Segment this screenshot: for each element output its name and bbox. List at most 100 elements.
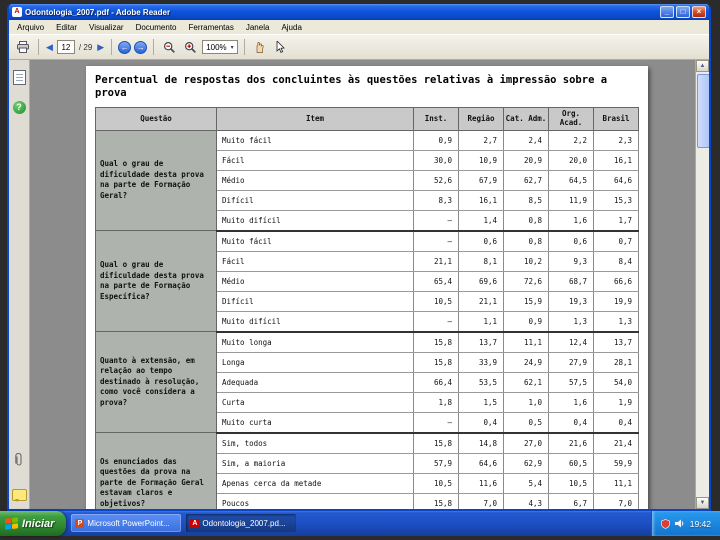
value-cell: 19,9	[593, 291, 639, 312]
vertical-scrollbar[interactable]: ▲ ▼	[695, 60, 709, 509]
powerpoint-icon: P	[75, 518, 85, 528]
next-view-button[interactable]: →	[134, 40, 148, 54]
value-cell: 11,6	[458, 473, 504, 494]
minimize-button[interactable]: _	[660, 6, 674, 18]
zoom-level-select[interactable]: 100% ▾	[202, 40, 238, 54]
scroll-up-button[interactable]: ▲	[696, 60, 709, 72]
item-cell: Longa	[216, 352, 414, 373]
taskbar-task-powerpoint[interactable]: P Microsoft PowerPoint...	[71, 514, 182, 532]
value-cell: 13,7	[458, 331, 504, 353]
value-cell: 10,2	[503, 251, 549, 272]
value-cell: –	[413, 230, 459, 252]
windows-logo-icon	[5, 516, 18, 530]
hand-icon	[256, 42, 264, 53]
select-tool-button[interactable]	[272, 38, 290, 56]
zoom-in-button[interactable]	[181, 38, 199, 56]
scroll-down-button[interactable]: ▼	[696, 497, 709, 509]
page-count-label: / 29	[78, 42, 93, 52]
value-cell: 57,5	[548, 372, 594, 393]
value-cell: –	[413, 311, 459, 333]
value-cell: 12,4	[548, 331, 594, 353]
item-cell: Muito fácil	[216, 130, 414, 151]
chevron-down-icon: ▾	[230, 44, 234, 51]
value-cell: 6,7	[548, 493, 594, 509]
item-cell: Muito difícil	[216, 210, 414, 232]
hand-tool-button[interactable]	[251, 38, 269, 56]
value-cell: 7,0	[593, 493, 639, 509]
maximize-button[interactable]: □	[676, 6, 690, 18]
menu-ajuda[interactable]: Ajuda	[275, 22, 307, 33]
column-header: Cat. Adm.	[503, 107, 549, 131]
item-cell: Médio	[216, 271, 414, 292]
toolbar-separator	[243, 39, 245, 55]
attachments-panel-button[interactable]	[14, 452, 24, 473]
clock: 19:42	[689, 518, 711, 529]
menu-documento[interactable]: Documento	[130, 22, 183, 33]
value-cell: 0,5	[503, 412, 549, 434]
pages-panel-icon[interactable]	[12, 70, 26, 85]
value-cell: 1,5	[458, 392, 504, 413]
comments-panel-icon[interactable]	[11, 489, 27, 502]
value-cell: 8,1	[458, 251, 504, 272]
value-cell: 15,8	[413, 352, 459, 373]
value-cell: 57,9	[413, 453, 459, 474]
value-cell: 54,0	[593, 372, 639, 393]
value-cell: 0,6	[548, 230, 594, 252]
pdf-page: Percentual de respostas dos concluintes …	[86, 66, 648, 509]
volume-icon[interactable]	[674, 519, 685, 528]
close-button[interactable]: ×	[692, 6, 706, 18]
previous-page-button[interactable]: ◀	[45, 42, 54, 52]
value-cell: 2,7	[458, 130, 504, 151]
value-cell: 0,9	[503, 311, 549, 333]
value-cell: 1,4	[458, 210, 504, 232]
menu-editar[interactable]: Editar	[50, 22, 83, 33]
value-cell: 72,6	[503, 271, 549, 292]
value-cell: 1,0	[503, 392, 549, 413]
value-cell: –	[413, 210, 459, 232]
value-cell: 1,6	[548, 392, 594, 413]
document-title: Percentual de respostas dos concluintes …	[95, 74, 608, 100]
help-icon[interactable]: ?	[12, 101, 26, 114]
print-button[interactable]	[14, 38, 32, 56]
menu-janela[interactable]: Janela	[240, 22, 276, 33]
value-cell: 20,0	[548, 150, 594, 171]
value-cell: 1,9	[593, 392, 639, 413]
column-header: Org. Acad.	[548, 107, 594, 131]
page-number-input[interactable]	[56, 40, 75, 54]
value-cell: 60,5	[548, 453, 594, 474]
value-cell: 11,1	[503, 331, 549, 353]
value-cell: 53,5	[458, 372, 504, 393]
value-cell: 64,5	[548, 170, 594, 191]
task-label: Microsoft PowerPoint...	[87, 518, 170, 528]
item-cell: Fácil	[216, 150, 414, 171]
value-cell: 15,9	[503, 291, 549, 312]
toolbar-separator	[38, 39, 39, 55]
menu-ferramentas[interactable]: Ferramentas	[183, 22, 240, 33]
value-cell: 9,3	[548, 251, 594, 272]
zoom-level-value: 100%	[206, 42, 227, 52]
taskbar-task-pdf[interactable]: A Odontologia_2007.pd...	[186, 514, 297, 532]
menu-arquivo[interactable]: Arquivo	[11, 22, 50, 33]
value-cell: 24,9	[503, 352, 549, 373]
scrollbar-thumb[interactable]	[697, 74, 709, 148]
previous-view-button[interactable]: ←	[118, 40, 132, 54]
column-header: Questão	[95, 107, 217, 131]
menu-visualizar[interactable]: Visualizar	[83, 22, 130, 33]
item-cell: Difícil	[216, 291, 414, 312]
document-area[interactable]: Percentual de respostas dos concluintes …	[30, 60, 695, 509]
adobe-reader-window: A Odontologia_2007.pdf - Adobe Reader _ …	[7, 4, 711, 511]
value-cell: 0,6	[458, 230, 504, 252]
item-cell: Muito fácil	[216, 230, 414, 252]
start-button[interactable]: Iniciar	[0, 511, 67, 536]
value-cell: 0,4	[458, 412, 504, 434]
security-shield-icon[interactable]	[660, 518, 670, 529]
item-cell: Muito difícil	[216, 311, 414, 333]
titlebar[interactable]: A Odontologia_2007.pdf - Adobe Reader _ …	[9, 4, 709, 20]
start-button-label: Iniciar	[22, 517, 55, 530]
item-cell: Médio	[216, 170, 414, 191]
window-title: Odontologia_2007.pdf - Adobe Reader	[25, 7, 171, 17]
value-cell: 4,3	[503, 493, 549, 509]
next-page-button[interactable]: ▶	[96, 42, 105, 52]
value-cell: 15,8	[413, 493, 459, 509]
zoom-out-button[interactable]	[160, 38, 178, 56]
